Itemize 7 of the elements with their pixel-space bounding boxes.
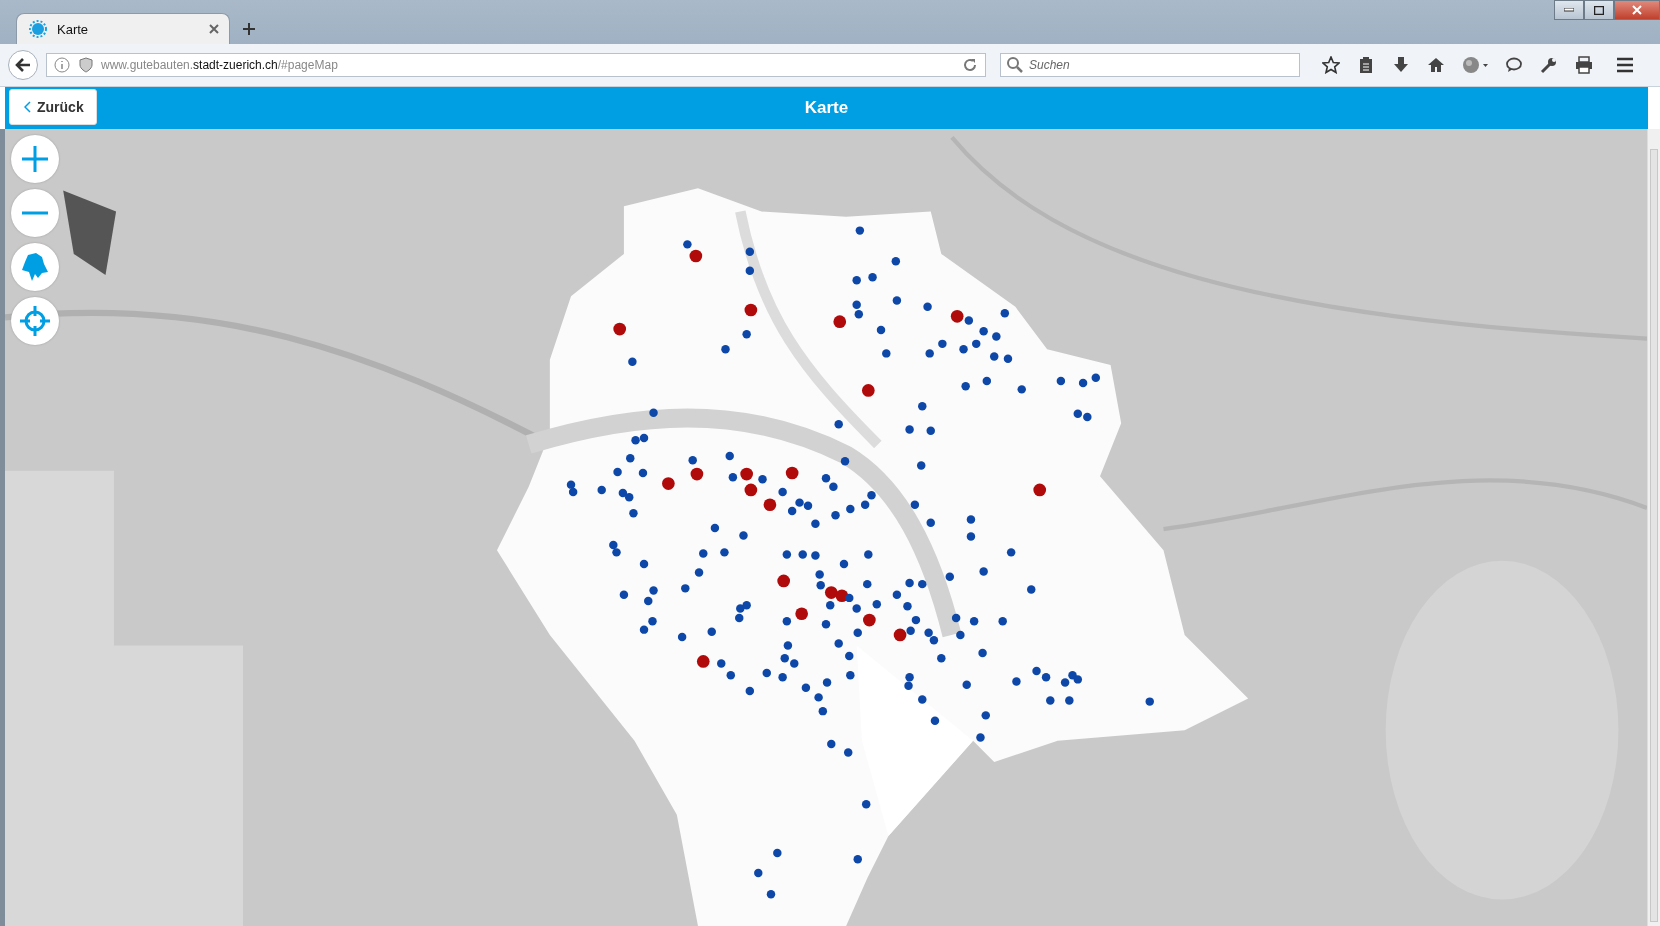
url-text: www.gutebauten.stadt-zuerich.ch/#pageMap xyxy=(101,58,339,72)
back-button[interactable]: Zurück xyxy=(9,89,97,125)
page-title: Karte xyxy=(804,98,849,118)
address-bar[interactable]: www.gutebauten.stadt-zuerich.ch/#pageMap xyxy=(46,53,986,77)
search-field[interactable]: Suchen xyxy=(1000,53,1300,77)
browser-tab[interactable]: Karte xyxy=(16,13,230,44)
tab-title: Karte xyxy=(57,21,90,37)
